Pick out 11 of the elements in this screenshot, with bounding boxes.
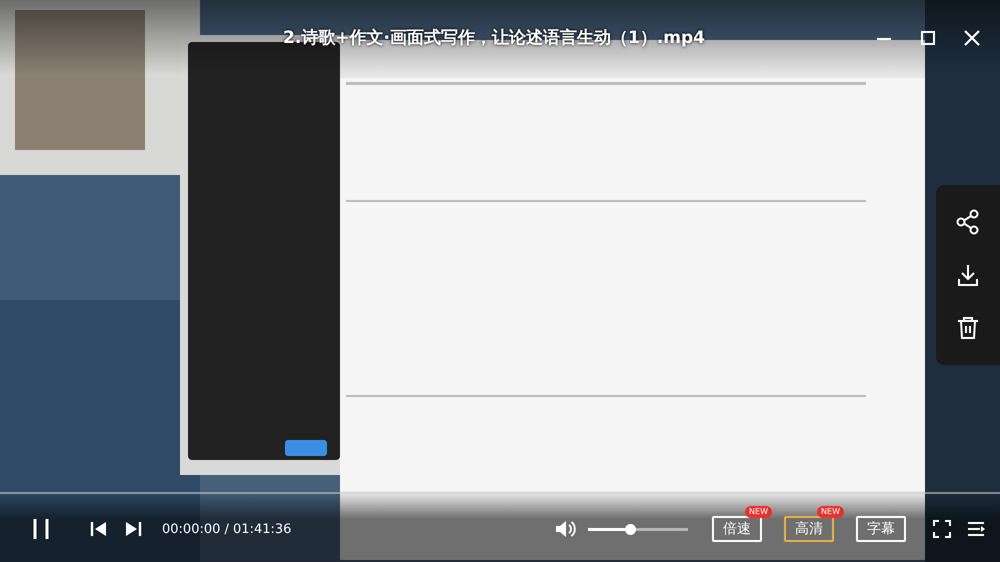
previous-icon[interactable] bbox=[90, 520, 108, 538]
delete-icon[interactable] bbox=[955, 315, 981, 342]
subtitle-button[interactable]: 字幕 bbox=[856, 516, 906, 542]
fullscreen-icon[interactable] bbox=[932, 519, 952, 539]
playlist-icon[interactable] bbox=[966, 519, 986, 539]
playback-time: 00:00:00 / 01:41:36 bbox=[162, 522, 292, 536]
share-icon[interactable] bbox=[955, 208, 981, 235]
next-icon[interactable] bbox=[124, 520, 142, 538]
volume-icon[interactable] bbox=[554, 518, 576, 540]
new-badge: NEW bbox=[745, 506, 772, 518]
new-badge: NEW bbox=[817, 506, 844, 518]
